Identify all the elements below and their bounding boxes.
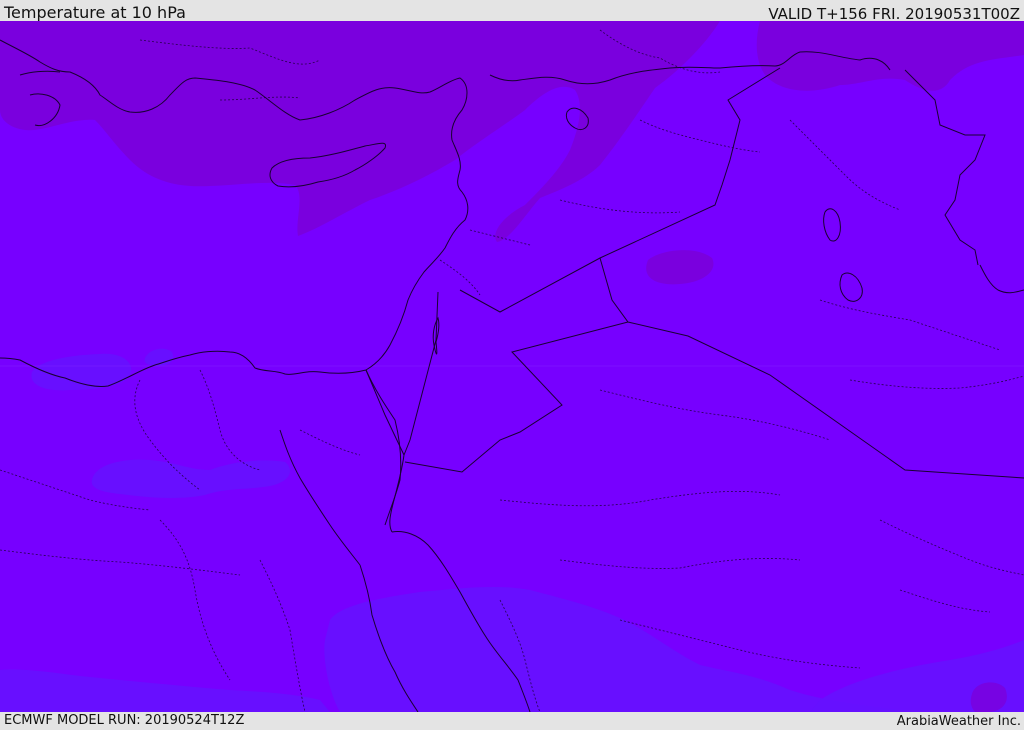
weather-map[interactable] bbox=[0, 21, 1024, 712]
map-canvas bbox=[0, 21, 1024, 712]
map-title: Temperature at 10 hPa bbox=[4, 3, 186, 22]
header-bar: Temperature at 10 hPa VALID T+156 FRI. 2… bbox=[0, 0, 1024, 23]
model-run-label: ECMWF MODEL RUN: 20190524T12Z bbox=[4, 713, 245, 728]
footer-bar: ECMWF MODEL RUN: 20190524T12Z ArabiaWeat… bbox=[0, 712, 1024, 729]
credit-label: ArabiaWeather Inc. bbox=[896, 714, 1021, 729]
